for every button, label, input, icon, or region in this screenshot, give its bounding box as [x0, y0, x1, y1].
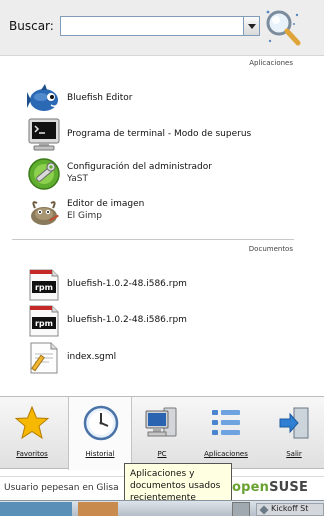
taskbar-app-button[interactable] [78, 502, 118, 516]
tab-label: Historial [85, 450, 115, 458]
taskbar-launcher[interactable] [0, 502, 72, 516]
rpm-icon: rpm [29, 269, 59, 301]
document-item-title: bluefish-1.0.2-48.i586.rpm [67, 315, 187, 325]
list-icon [212, 410, 240, 435]
kickoff-tab-bar: Favoritos Historial PC Aplicaciones Sali… [0, 396, 324, 470]
document-item[interactable]: rpm bluefish-1.0.2-48.i586.rpm [27, 268, 251, 304]
gimp-icon [31, 201, 59, 225]
user-status-text: Usuario pepesan en Glisa [4, 483, 119, 493]
bluefish-icon [27, 84, 59, 111]
app-item-gimp[interactable]: Editor de imagen El Gimp [27, 194, 251, 230]
app-item-subtitle: YaST [67, 174, 88, 184]
app-item-title: Bluefish Editor [67, 93, 133, 103]
tab-label: PC [157, 450, 167, 458]
taskbar-task-kickoff[interactable]: Kickoff St [256, 503, 324, 516]
app-item-terminal[interactable]: Programa de terminal - Modo de superusua… [27, 118, 251, 154]
clock-icon [83, 405, 119, 441]
search-input[interactable] [60, 16, 244, 36]
app-item-yast[interactable]: Configuración del administrador YaST [27, 157, 251, 193]
tab-label: Aplicaciones [204, 450, 248, 458]
tab-leave[interactable]: Salir [262, 397, 324, 469]
tab-applications[interactable]: Aplicaciones [194, 397, 258, 469]
tab-computer[interactable]: PC [130, 397, 194, 469]
app-item-title: Configuración del administrador [67, 162, 212, 172]
tab-history[interactable]: Historial [68, 397, 132, 470]
section-header-documents: Documentos [248, 245, 293, 253]
opensuse-logo: openSUSE [232, 480, 308, 495]
section-divider [12, 239, 294, 240]
tab-label: Favoritos [16, 450, 48, 458]
svg-text:rpm: rpm [35, 283, 53, 292]
search-label: Buscar: [9, 19, 54, 33]
document-item-title: index.sgml [67, 352, 117, 362]
rpm-icon: rpm [29, 305, 59, 337]
text-document-icon [30, 342, 58, 374]
document-item[interactable]: rpm bluefish-1.0.2-48.i586.rpm [27, 304, 251, 340]
document-item-title: bluefish-1.0.2-48.i586.rpm [67, 279, 187, 289]
app-item-bluefish[interactable]: Bluefish Editor [27, 82, 251, 118]
computer-icon [145, 407, 177, 437]
taskbar-pager[interactable] [232, 502, 250, 516]
taskbar: Kickoff St [0, 500, 324, 516]
terminal-icon [28, 118, 60, 151]
star-icon [14, 405, 50, 440]
app-item-title: Programa de terminal - Modo de superusua… [67, 129, 251, 139]
tab-favorites[interactable]: Favoritos [0, 397, 64, 469]
brand-suffix: SUSE [269, 480, 309, 495]
brand-main: open [232, 480, 270, 495]
section-header-applications: Aplicaciones [249, 59, 293, 67]
app-item-subtitle: El Gimp [67, 211, 103, 221]
yast-icon [28, 158, 60, 190]
logout-icon [279, 407, 309, 439]
app-item-title: Editor de imagen [67, 199, 145, 209]
search-history-dropdown[interactable] [243, 16, 260, 36]
search-icon[interactable] [264, 8, 302, 48]
document-item[interactable]: index.sgml [27, 341, 251, 377]
tab-label: Salir [286, 450, 302, 458]
search-bar: Buscar: [0, 0, 324, 56]
svg-text:rpm: rpm [35, 319, 53, 328]
